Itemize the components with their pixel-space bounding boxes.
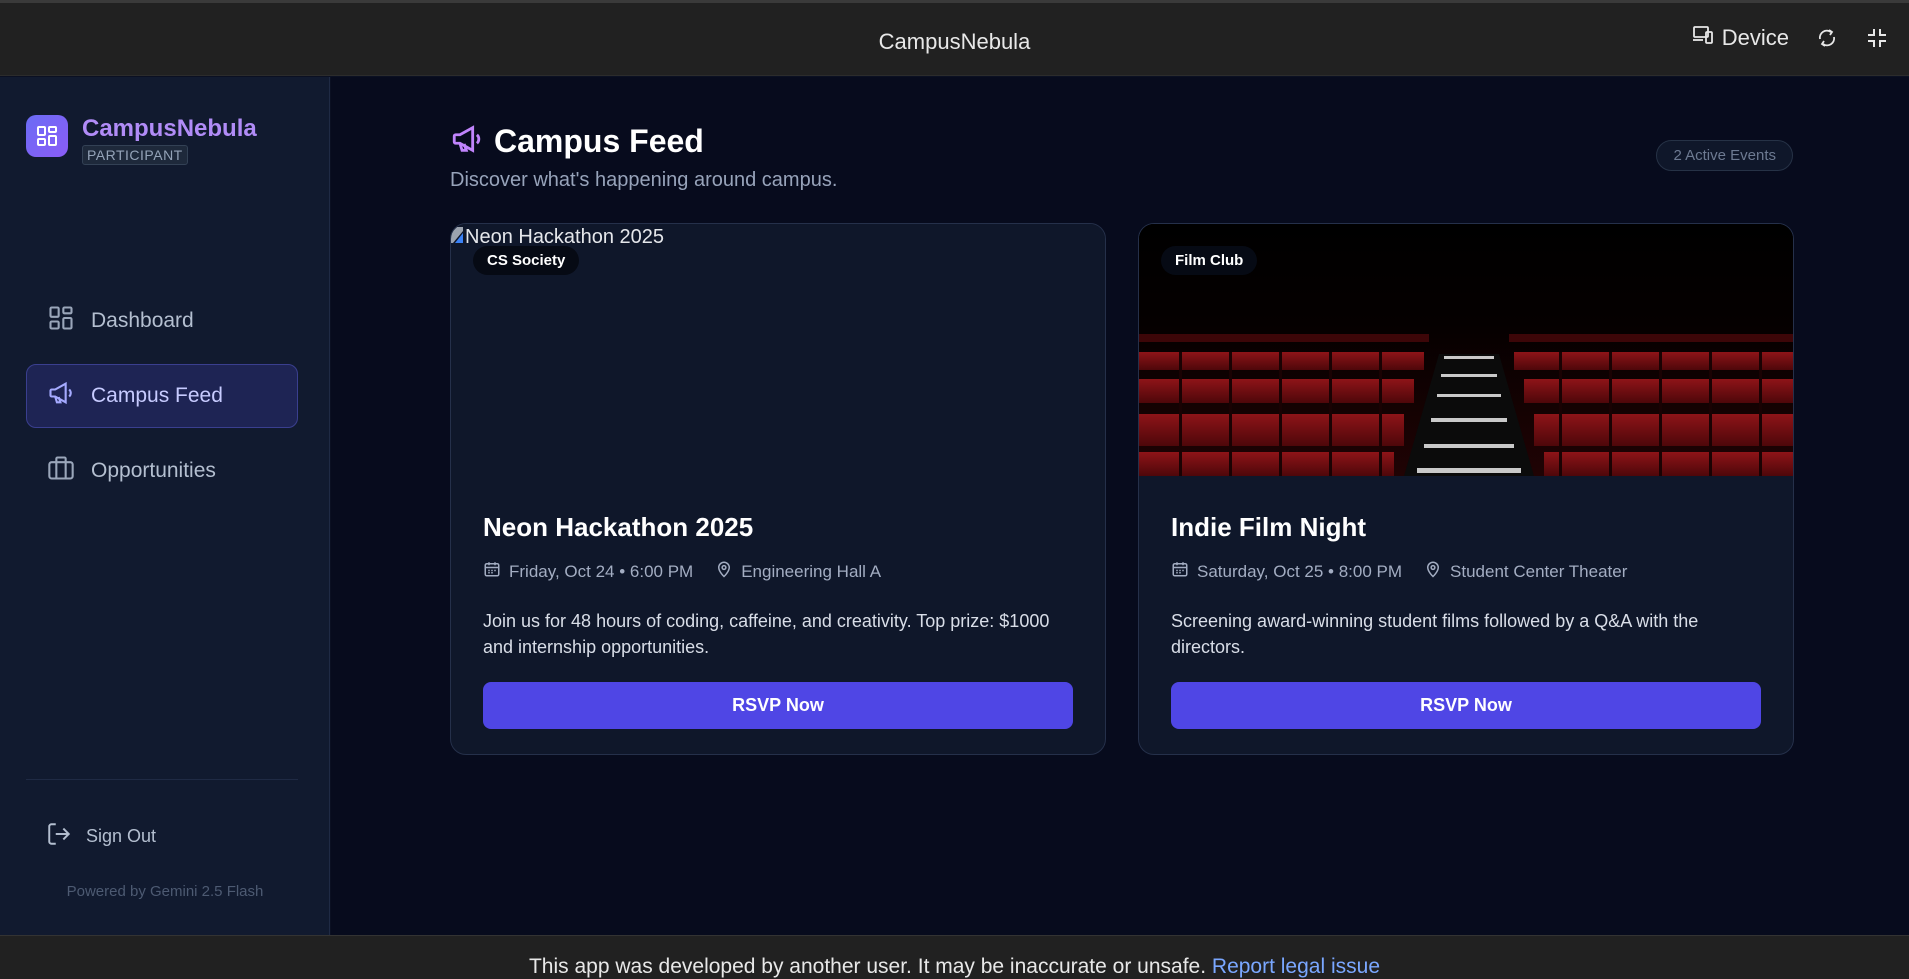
calendar-icon — [483, 560, 501, 583]
page-title: Campus Feed — [494, 123, 704, 159]
broken-image-icon — [451, 226, 463, 249]
sign-out-button[interactable]: Sign Out — [46, 821, 156, 852]
megaphone-icon — [47, 379, 75, 413]
brand: CampusNebula PARTICIPANT — [26, 115, 257, 165]
device-button[interactable]: Device — [1692, 25, 1789, 51]
sidebar: CampusNebula PARTICIPANT Dashboard Campu… — [0, 77, 330, 935]
event-card: Neon Hackathon 2025 CS Society Neon Hack… — [450, 223, 1106, 755]
collapse-icon[interactable] — [1865, 26, 1889, 50]
megaphone-icon — [450, 122, 484, 161]
page-subtitle: Discover what's happening around campus. — [450, 169, 838, 191]
event-description: Join us for 48 hours of coding, caffeine… — [483, 611, 1050, 657]
grid-icon — [47, 304, 75, 338]
role-badge: PARTICIPANT — [82, 145, 188, 165]
event-date: Saturday, Oct 25 • 8:00 PM — [1197, 561, 1403, 581]
sidebar-nav: Dashboard Campus Feed Opportunities — [26, 289, 298, 514]
main-content: Campus Feed Discover what's happening ar… — [331, 77, 1909, 935]
event-title: Indie Film Night — [1171, 512, 1366, 542]
active-events-badge: 2 Active Events — [1656, 140, 1793, 171]
disclaimer-bar: This app was developed by another user. … — [0, 935, 1909, 979]
sidebar-item-campus-feed[interactable]: Campus Feed — [26, 364, 298, 428]
brand-logo-icon — [26, 115, 68, 157]
event-location: Engineering Hall A — [741, 561, 882, 581]
powered-by-text: Powered by Gemini 2.5 Flash — [66, 883, 264, 900]
rotate-icon[interactable] — [1815, 26, 1839, 50]
event-meta: Friday, Oct 24 • 6:00 PM Engineering Hal… — [483, 560, 1073, 583]
rsvp-button[interactable]: RSVP Now — [483, 682, 1073, 729]
event-image: Neon Hackathon 2025 CS Society — [451, 224, 1105, 476]
sidebar-item-label: Opportunities — [91, 459, 216, 482]
sign-out-icon — [46, 821, 72, 852]
event-image: Film Club — [1139, 224, 1793, 476]
sign-out-label: Sign Out — [86, 826, 157, 846]
location-pin-icon — [715, 560, 733, 583]
event-description: Screening award-winning student films fo… — [1171, 611, 1699, 657]
sidebar-item-label: Dashboard — [91, 309, 194, 332]
event-tag: Film Club — [1161, 246, 1258, 275]
sidebar-item-opportunities[interactable]: Opportunities — [26, 439, 298, 503]
sidebar-item-dashboard[interactable]: Dashboard — [26, 289, 298, 353]
sidebar-item-label: Campus Feed — [91, 384, 223, 407]
report-legal-issue-link[interactable]: Report legal issue — [1212, 955, 1380, 978]
event-location: Student Center Theater — [1450, 561, 1628, 581]
app-title: CampusNebula — [878, 29, 1031, 54]
device-label: Device — [1721, 25, 1789, 50]
event-tag: CS Society — [473, 246, 580, 275]
brand-name: CampusNebula — [82, 115, 257, 142]
event-card: Film Club Indie Film Night Saturday, Oct… — [1138, 223, 1794, 755]
topbar-actions: Device — [1692, 25, 1889, 51]
page-header: Campus Feed Discover what's happening ar… — [450, 122, 837, 192]
rsvp-button[interactable]: RSVP Now — [1171, 682, 1761, 729]
event-date: Friday, Oct 24 • 6:00 PM — [509, 561, 694, 581]
event-title: Neon Hackathon 2025 — [483, 512, 754, 542]
briefcase-icon — [47, 454, 75, 488]
calendar-icon — [1171, 560, 1189, 583]
app-top-bar: CampusNebula Device — [0, 0, 1909, 76]
device-icon — [1692, 25, 1714, 51]
disclaimer-text: This app was developed by another user. … — [528, 955, 1207, 978]
location-pin-icon — [1424, 560, 1442, 583]
sidebar-divider — [26, 779, 298, 780]
event-meta: Saturday, Oct 25 • 8:00 PM Student Cente… — [1171, 560, 1761, 583]
